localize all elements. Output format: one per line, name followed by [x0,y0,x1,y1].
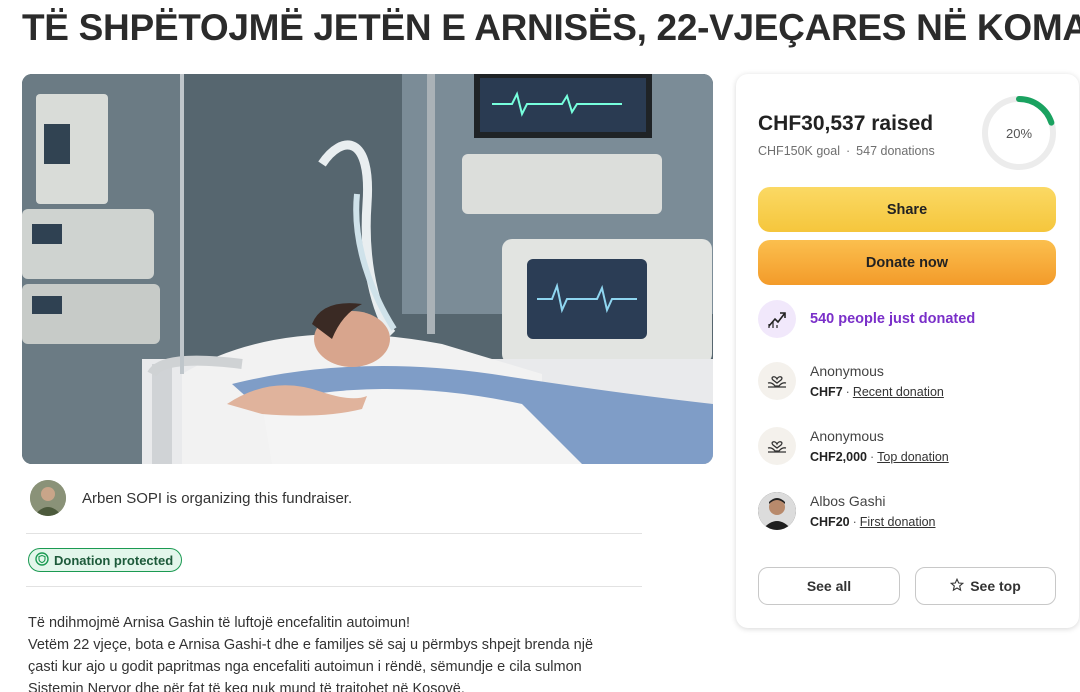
share-button[interactable]: Share [758,187,1056,232]
donation-protected-label: Donation protected [54,552,174,568]
donate-now-button[interactable]: Donate now [758,240,1056,285]
story-line: Sistemin Nervor dhe për fat të keq nuk m… [28,681,465,692]
donor-amount: CHF2,000 [810,450,867,464]
donation-tag-link[interactable]: First donation [860,515,936,529]
donation-tag-link[interactable]: Recent donation [853,385,944,399]
story-line: çasti kur ajo u godit papritmas nga ence… [28,659,582,675]
donor-name: Anonymous [810,428,884,444]
heart-hands-icon [758,362,796,400]
organizer-row: Arben SOPI is organizing this fundraiser… [30,480,352,516]
organizer-avatar[interactable] [30,480,66,516]
donor-amount: CHF20 [810,515,850,529]
story-line: Vetëm 22 vjeçe, bota e Arnisa Gashi-t dh… [28,637,594,653]
page-title: TË SHPËTOJMË JETËN E ARNISËS, 22-VJEÇARE… [22,7,1080,48]
donation-tag-link[interactable]: Top donation [877,450,949,464]
heart-hands-icon [758,427,796,465]
amount-raised: CHF30,537 raised [758,112,934,135]
progress-percent: 20% [1005,125,1033,141]
just-donated-text: 540 people just donated [810,311,976,327]
see-all-button[interactable]: See all [758,567,900,605]
organizer-text: Arben SOPI is organizing this fundraiser… [82,489,353,507]
separator-dot: · [845,385,850,399]
donor-avatar [758,492,796,530]
divider [26,533,642,534]
donation-protected-badge[interactable]: Donation protected [28,548,183,572]
trending-icon [758,300,796,338]
donor-name: Albos Gashi [810,493,886,509]
donor-amount: CHF7 [810,385,843,399]
donation-panel: CHF30,537 raised CHF150K goal · 547 dona… [736,74,1079,628]
story-line: Të ndihmojmë Arnisa Gashin të luftojë en… [28,615,411,631]
donor-meta: CHF7 · Recent donation [810,385,944,399]
separator-dot: · [869,450,875,464]
campaign-photo [22,74,713,464]
see-all-label: See all [806,578,852,594]
see-top-label: See top [970,578,1021,594]
separator-dot: · [846,144,851,158]
goal-line: CHF150K goal · 547 donations [758,144,935,158]
goal-amount: CHF150K goal [758,144,840,158]
donation-count: 547 donations [856,144,935,158]
divider [26,586,642,587]
shield-icon [35,551,49,569]
story-text: Të ndihmojmë Arnisa Gashin të luftojë en… [28,612,648,692]
donor-meta: CHF2,000 · Top donation [810,450,949,464]
star-icon [950,577,965,595]
donor-meta: CHF20 · First donation [810,515,936,529]
separator-dot: · [852,515,857,529]
see-top-button[interactable]: See top [915,567,1056,605]
donor-name: Anonymous [810,363,884,379]
